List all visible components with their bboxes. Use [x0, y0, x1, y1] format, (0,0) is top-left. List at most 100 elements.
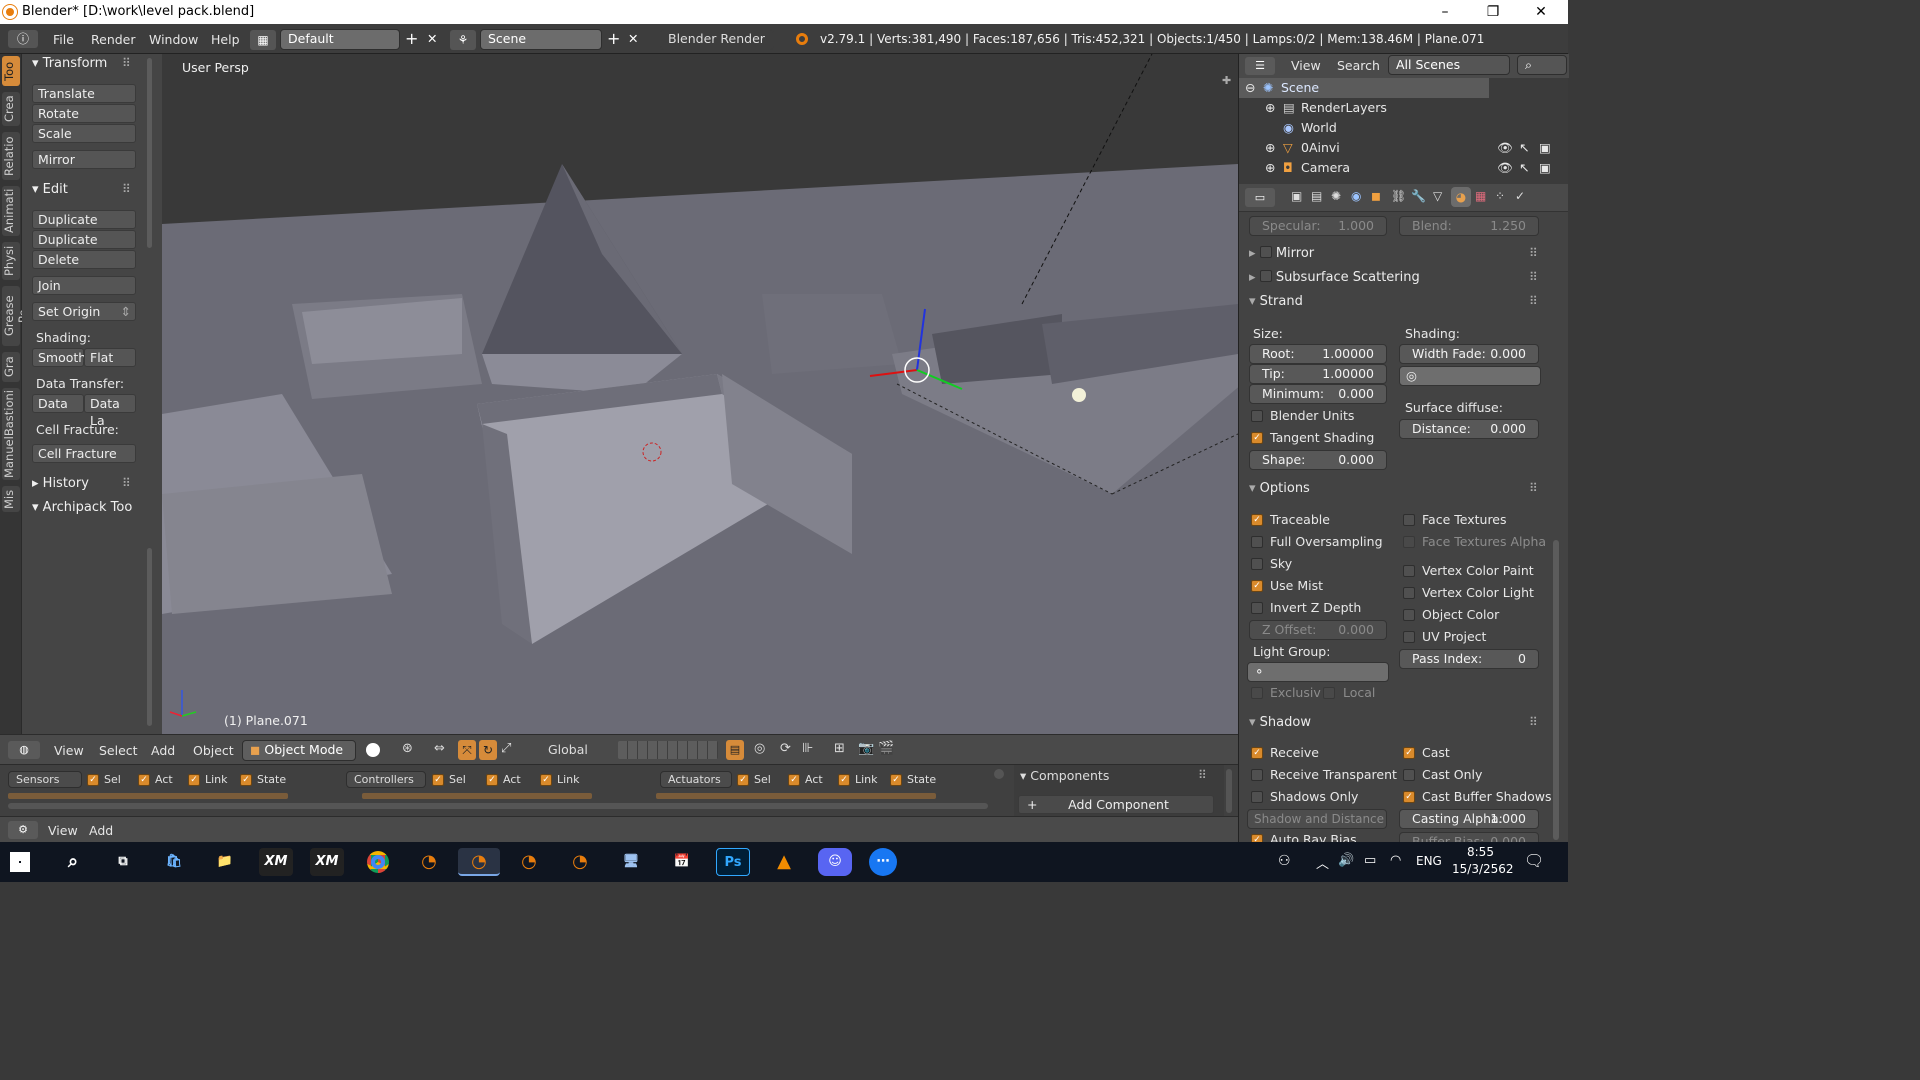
add-component-button[interactable]: + Add Component	[1018, 795, 1214, 814]
face-textures-checkbox[interactable]	[1403, 514, 1415, 526]
editor-type-icon[interactable]: ◍	[8, 741, 40, 759]
blender-taskbar-icon[interactable]: ◔	[563, 848, 597, 876]
receive-transparent-checkbox[interactable]	[1251, 769, 1263, 781]
uv-project-checkbox[interactable]	[1403, 631, 1415, 643]
menu-object[interactable]: Object	[193, 743, 234, 758]
network-app-icon[interactable]: 🖥	[614, 848, 648, 876]
add-screen-button[interactable]: +	[405, 29, 418, 48]
horizontal-scrollbar[interactable]	[8, 803, 988, 809]
wifi-icon[interactable]: ◠	[1390, 853, 1401, 868]
drag-handle-icon[interactable]: ⠿	[1529, 294, 1538, 308]
menu-search[interactable]: Search	[1337, 58, 1380, 73]
menu-add[interactable]: Add	[89, 823, 113, 838]
calendar-app-icon[interactable]: 📅	[665, 848, 699, 876]
menu-view[interactable]: View	[54, 743, 84, 758]
select-arrow-icon[interactable]: ↖	[1519, 138, 1529, 158]
actuators-state-checkbox[interactable]: ✓	[890, 774, 902, 786]
display-mode-select[interactable]: All Scenes	[1388, 55, 1510, 75]
casting-alpha-field[interactable]: Casting Alpha: 1.000	[1399, 809, 1539, 829]
shape-field[interactable]: Shape: 0.000	[1249, 450, 1387, 470]
logic-bricks-strip[interactable]	[656, 793, 936, 799]
visibility-eye-icon[interactable]: 👁	[1497, 158, 1513, 178]
actuators-select[interactable]: Actuators	[660, 771, 732, 788]
data-layout-button[interactable]: Data La	[84, 394, 136, 428]
render-camera-icon[interactable]: ▣	[1539, 138, 1551, 158]
menu-window[interactable]: Window	[149, 32, 198, 47]
controllers-sel-checkbox[interactable]: ✓	[432, 774, 444, 786]
screen-layout-field[interactable]: Default	[280, 29, 400, 50]
cast-only-checkbox[interactable]	[1403, 769, 1415, 781]
scrollbar[interactable]	[147, 58, 152, 248]
store-icon[interactable]: 🛍	[157, 848, 191, 876]
manipulator-icon[interactable]: ⇔	[434, 741, 445, 756]
close-window-button[interactable]: ✕	[1518, 2, 1564, 22]
controllers-link-checkbox[interactable]: ✓	[540, 774, 552, 786]
messenger-icon[interactable]: ⋯	[869, 848, 897, 876]
menu-select[interactable]: Select	[99, 743, 138, 758]
outliner-item-0ainvi[interactable]: ⊕ ▽ 0Ainvi 👁 ↖ ▣	[1239, 138, 1569, 158]
tab-tools[interactable]: Too	[2, 56, 20, 86]
light-group-field[interactable]: ⚬	[1247, 662, 1389, 682]
data-tab-icon[interactable]: ▽	[1433, 189, 1442, 203]
search-field[interactable]: ⌕	[1517, 55, 1567, 75]
strand-panel-header[interactable]: ▾ Strand	[1249, 294, 1303, 309]
auto-ray-bias-checkbox[interactable]: ✓	[1251, 834, 1263, 842]
info-editor-icon[interactable]: ⓘ	[8, 30, 38, 48]
add-region-icon[interactable]: ✚	[1222, 74, 1231, 87]
invert-z-depth-checkbox[interactable]	[1251, 602, 1263, 614]
xm-app-2[interactable]: XM	[310, 848, 344, 876]
start-icon[interactable]	[10, 852, 30, 872]
delete-button[interactable]: Delete	[32, 250, 136, 269]
cast-checkbox[interactable]: ✓	[1403, 747, 1415, 759]
tab-animation[interactable]: Animati	[2, 186, 20, 236]
drag-handle-icon[interactable]: ⠿	[1529, 481, 1538, 495]
vlc-icon[interactable]: ▲	[767, 848, 801, 876]
duplicate-button[interactable]: Duplicate	[32, 210, 136, 229]
vertex-color-light-checkbox[interactable]	[1403, 587, 1415, 599]
sensors-select[interactable]: Sensors	[8, 771, 82, 788]
proportional-edit-icon[interactable]: ◎	[754, 741, 765, 756]
receive-checkbox[interactable]: ✓	[1251, 747, 1263, 759]
menu-file[interactable]: File	[53, 32, 74, 47]
physics-tab-icon[interactable]: ✓	[1515, 189, 1525, 203]
pivot-icon[interactable]: ⊛	[402, 741, 413, 756]
menu-view[interactable]: View	[1291, 58, 1321, 73]
blender-taskbar-icon[interactable]: ◔	[512, 848, 546, 876]
drag-handle-icon[interactable]: ⠿	[1529, 270, 1538, 284]
traceable-checkbox[interactable]: ✓	[1251, 514, 1263, 526]
outliner-editor-icon[interactable]: ☰	[1245, 57, 1275, 75]
drag-handle-icon[interactable]: ⠿	[122, 476, 131, 490]
drag-handle-icon[interactable]: ⠿	[122, 56, 131, 70]
clock-date[interactable]: 15/3/2562	[1452, 862, 1514, 876]
particles-tab-icon[interactable]: ⁘	[1495, 189, 1505, 203]
full-oversampling-checkbox[interactable]	[1251, 536, 1263, 548]
world-tab-icon[interactable]: ◉	[1351, 189, 1361, 203]
actuators-link-checkbox[interactable]: ✓	[838, 774, 850, 786]
scrollbar[interactable]	[1553, 540, 1559, 840]
width-fade-field[interactable]: Width Fade: 0.000	[1399, 344, 1539, 364]
menu-view[interactable]: View	[48, 823, 78, 838]
render-layers-tab-icon[interactable]: ▤	[1311, 189, 1322, 203]
minimum-field[interactable]: Minimum: 0.000	[1249, 384, 1387, 404]
viewport-shading-icon[interactable]	[366, 743, 380, 757]
select-arrow-icon[interactable]: ↖	[1519, 158, 1529, 178]
data-button[interactable]: Data	[32, 394, 84, 413]
outliner-item-scene[interactable]: ⊖ ✺ Scene	[1239, 78, 1489, 98]
tab-misc[interactable]: Mis	[2, 486, 20, 512]
layers-grid[interactable]	[618, 741, 718, 759]
actuators-sel-checkbox[interactable]: ✓	[737, 774, 749, 786]
translate-button[interactable]: Translate	[32, 84, 136, 103]
sensors-sel-checkbox[interactable]: ✓	[87, 774, 99, 786]
sensors-state-checkbox[interactable]: ✓	[240, 774, 252, 786]
lock-layers-icon[interactable]: ▤	[726, 740, 744, 760]
sensors-act-checkbox[interactable]: ✓	[138, 774, 150, 786]
sky-checkbox[interactable]	[1251, 558, 1263, 570]
translate-manipulator-icon[interactable]: ⤧	[458, 740, 476, 760]
render-tab-icon[interactable]: ▣	[1291, 189, 1302, 203]
drag-handle-icon[interactable]: ⠿	[1198, 768, 1207, 782]
use-mist-checkbox[interactable]: ✓	[1251, 580, 1263, 592]
cast-buffer-shadows-checkbox[interactable]: ✓	[1403, 791, 1415, 803]
shadows-only-checkbox[interactable]	[1251, 791, 1263, 803]
mirror-panel-header[interactable]: ▸ Mirror	[1249, 246, 1314, 261]
battery-icon[interactable]: ▭	[1364, 853, 1376, 868]
